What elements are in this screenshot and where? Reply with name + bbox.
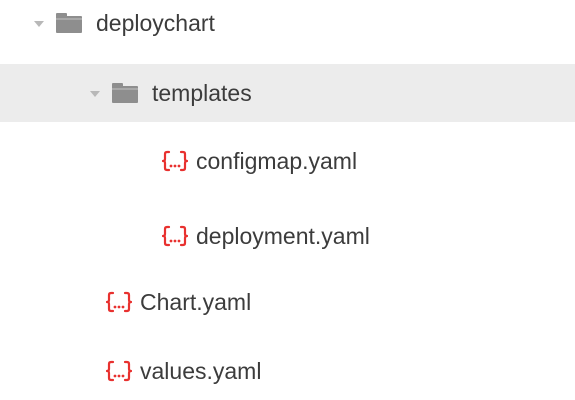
yaml-file-icon bbox=[162, 225, 188, 247]
chevron-down-icon[interactable] bbox=[90, 91, 100, 97]
yaml-file-icon bbox=[106, 291, 132, 313]
tree-item-label: Chart.yaml bbox=[140, 289, 252, 315]
yaml-file-icon bbox=[106, 360, 132, 382]
chevron-down-icon[interactable] bbox=[34, 21, 44, 27]
tree-file-configmap[interactable]: configmap.yaml bbox=[0, 132, 575, 190]
tree-file-deployment[interactable]: deployment.yaml bbox=[0, 207, 575, 265]
tree-folder-templates[interactable]: templates bbox=[0, 64, 575, 122]
tree-item-label: deployment.yaml bbox=[196, 223, 370, 249]
tree-item-label: configmap.yaml bbox=[196, 148, 358, 174]
folder-icon bbox=[56, 13, 82, 33]
folder-icon bbox=[112, 83, 138, 103]
tree-item-label: templates bbox=[152, 80, 252, 106]
tree-folder-deploychart[interactable]: deploychart bbox=[0, 0, 575, 52]
tree-item-label: deploychart bbox=[96, 10, 215, 36]
tree-item-label: values.yaml bbox=[140, 358, 262, 384]
tree-file-chart[interactable]: Chart.yaml bbox=[0, 273, 575, 331]
yaml-file-icon bbox=[162, 150, 188, 172]
tree-file-values[interactable]: values.yaml bbox=[0, 342, 575, 400]
